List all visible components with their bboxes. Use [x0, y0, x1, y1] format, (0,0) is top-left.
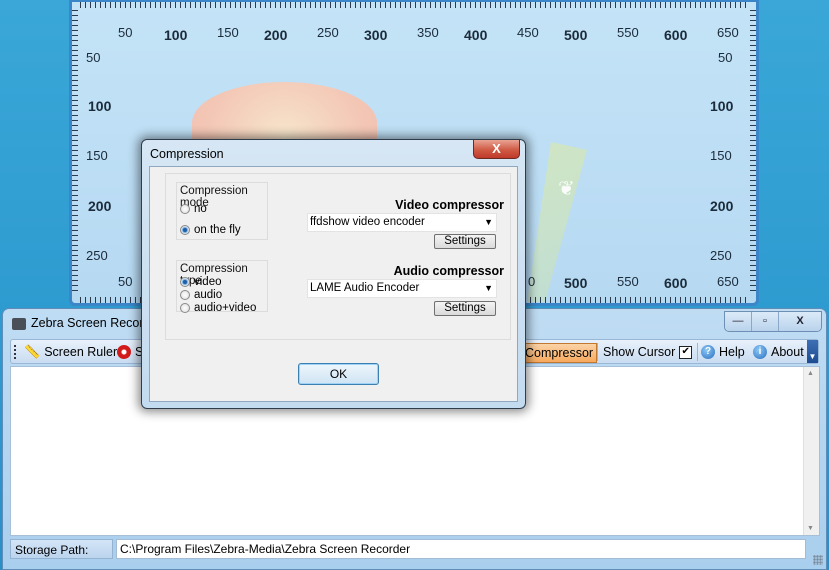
- ruler-icon: 📏: [24, 344, 41, 359]
- ok-button[interactable]: OK: [298, 363, 379, 385]
- ruler-top-label: 400: [464, 27, 488, 43]
- vertical-scrollbar[interactable]: ▲ ▼: [803, 367, 819, 535]
- help-button[interactable]: ? Help: [701, 343, 745, 361]
- minimize-button[interactable]: —: [725, 312, 751, 331]
- ruler-left-label: 50: [86, 50, 101, 65]
- ruler-right-label: 150: [710, 148, 732, 163]
- audio-compressor-select[interactable]: LAME Audio Encoder ▼: [307, 279, 497, 298]
- app-icon: [12, 318, 26, 330]
- compressor-label: Compressor: [525, 346, 594, 360]
- ruler-ticks-top: [80, 2, 748, 8]
- dialog-client-area: Compression mode no on the fly Video com…: [149, 166, 518, 402]
- storage-path-field[interactable]: C:\Program Files\Zebra-Media\Zebra Scree…: [116, 539, 806, 559]
- audio-settings-button[interactable]: Settings: [434, 301, 496, 316]
- close-button[interactable]: X: [778, 312, 821, 331]
- ruler-right-label: 50: [718, 50, 733, 65]
- ruler-top-label: 600: [664, 27, 688, 43]
- type-radio-audio[interactable]: audio: [180, 289, 222, 301]
- ruler-right-label: 100: [710, 98, 734, 114]
- ruler-top-label: 300: [364, 27, 388, 43]
- toolbar-overflow-chevron-icon[interactable]: ▼: [807, 340, 818, 363]
- type-radio-audio-video[interactable]: audio+video: [180, 302, 256, 314]
- video-compressor-value: ffdshow video encoder: [310, 216, 425, 228]
- record-button[interactable]: S: [117, 343, 143, 361]
- scroll-up-icon[interactable]: ▲: [807, 370, 814, 377]
- ruler-bottom-label: 550: [617, 274, 639, 289]
- ruler-left-label: 150: [86, 148, 108, 163]
- radio-selected-icon[interactable]: [180, 225, 190, 235]
- ruler-ticks-left: [72, 10, 78, 295]
- video-compressor-select[interactable]: ffdshow video encoder ▼: [307, 213, 497, 232]
- ruler-top-label: 450: [517, 25, 539, 40]
- ruler-bottom-label: 0: [528, 274, 536, 289]
- radio-label: video: [194, 276, 222, 288]
- help-label: Help: [719, 345, 745, 359]
- ruler-left-label: 250: [86, 248, 108, 263]
- show-cursor-checkbox[interactable]: ✔: [679, 345, 693, 359]
- audio-compressor-value: LAME Audio Encoder: [310, 282, 420, 294]
- ruler-left-label: 200: [88, 198, 112, 214]
- screen-ruler-button[interactable]: 📏 Screen Ruler: [24, 343, 117, 361]
- radio-icon[interactable]: [180, 204, 190, 214]
- compressor-button[interactable]: Compressor: [521, 343, 598, 363]
- ruler-bottom-label: 500: [564, 275, 588, 291]
- mode-radio-no[interactable]: no: [180, 203, 207, 215]
- dropdown-arrow-icon[interactable]: ▼: [484, 280, 493, 297]
- caption-buttons: — ▫ X: [724, 311, 822, 332]
- radio-icon[interactable]: [180, 303, 190, 313]
- compression-dialog: Compression X Compression mode no on the…: [141, 139, 526, 409]
- compression-type-group: Compression type video audio audio+video: [176, 260, 268, 314]
- ruler-bottom-label: 50: [118, 274, 133, 289]
- ruler-right-label: 250: [710, 248, 732, 263]
- ruler-left-label: 100: [88, 98, 112, 114]
- audio-compressor-heading: Audio compressor: [393, 264, 504, 278]
- video-settings-button[interactable]: Settings: [434, 234, 496, 249]
- toolbar-separator: [597, 343, 598, 361]
- radio-label: on the fly: [194, 224, 241, 236]
- ruler-bottom-label: 650: [717, 274, 739, 289]
- dialog-close-button[interactable]: X: [473, 140, 520, 159]
- video-compressor-heading: Video compressor: [395, 198, 504, 212]
- storage-path-label: Storage Path:: [10, 539, 113, 559]
- show-cursor-label: Show Cursor: [603, 345, 676, 359]
- info-icon: i: [753, 345, 767, 359]
- compression-mode-group: Compression mode no on the fly: [176, 182, 268, 240]
- ruler-top-label: 500: [564, 27, 588, 43]
- show-cursor-toggle[interactable]: Show Cursor ✔: [603, 343, 693, 361]
- resize-grip-icon[interactable]: [813, 555, 823, 565]
- maximize-button[interactable]: ▫: [751, 312, 778, 331]
- dropdown-arrow-icon[interactable]: ▼: [484, 214, 493, 231]
- ruler-bottom-label: 600: [664, 275, 688, 291]
- dialog-title: Compression: [150, 147, 224, 161]
- radio-icon[interactable]: [180, 290, 190, 300]
- ruler-top-label: 250: [317, 25, 339, 40]
- ruler-top-label: 650: [717, 25, 739, 40]
- about-button[interactable]: i About: [753, 343, 804, 361]
- ruler-top-label: 100: [164, 27, 188, 43]
- ruler-top-label: 550: [617, 25, 639, 40]
- type-radio-video[interactable]: video: [180, 276, 222, 288]
- screen-ruler-label: Screen Ruler: [44, 345, 118, 359]
- mode-radio-on-the-fly[interactable]: on the fly: [180, 224, 241, 236]
- toolbar-separator: [697, 343, 698, 361]
- settings-panel: Compression mode no on the fly Video com…: [165, 173, 511, 340]
- scroll-down-icon[interactable]: ▼: [807, 525, 814, 532]
- help-icon: ?: [701, 345, 715, 359]
- radio-label: audio: [194, 289, 223, 301]
- about-label: About: [771, 345, 804, 359]
- ruler-right-label: 200: [710, 198, 734, 214]
- butterfly-icon: ❦: [558, 178, 575, 200]
- ruler-top-label: 150: [217, 25, 239, 40]
- ruler-top-label: 350: [417, 25, 439, 40]
- ruler-ticks-right: [750, 10, 756, 295]
- ruler-top-label: 50: [118, 25, 133, 40]
- ruler-top-label: 200: [264, 27, 288, 43]
- radio-label: no: [194, 203, 207, 215]
- record-icon: [117, 345, 131, 359]
- radio-label: audio+video: [194, 302, 257, 314]
- radio-selected-icon[interactable]: [180, 277, 190, 287]
- toolbar-grip[interactable]: [14, 345, 16, 359]
